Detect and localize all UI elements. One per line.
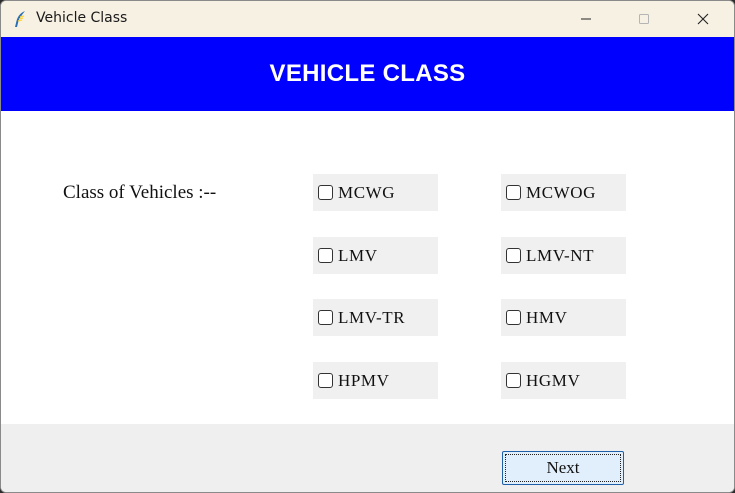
vehicle-class-label: Class of Vehicles :-- [63,182,217,203]
checkbox[interactable] [506,248,521,263]
checkbox-label: LMV-TR [338,307,406,327]
checkbox-option-hpmv[interactable]: HPMV [313,362,438,399]
minimize-button[interactable] [557,1,615,37]
footer-bar: Next [1,424,734,492]
checkbox[interactable] [318,373,333,388]
form-area: Class of Vehicles :-- MCWG MCWOG LMV LMV… [1,111,734,424]
checkbox[interactable] [506,310,521,325]
checkbox-option-lmv[interactable]: LMV [313,237,438,274]
page-title: VEHICLE CLASS [269,60,466,87]
checkbox-option-hmv[interactable]: HMV [501,299,626,336]
checkbox-option-lmv-tr[interactable]: LMV-TR [313,299,438,336]
checkbox[interactable] [318,248,333,263]
checkbox[interactable] [506,185,521,200]
maximize-icon [638,10,650,29]
next-button-label: Next [546,458,580,477]
title-bar[interactable]: Vehicle Class [1,1,734,37]
header-banner: VEHICLE CLASS [1,37,734,111]
checkbox-label: LMV [338,245,378,265]
checkbox-option-mcwog[interactable]: MCWOG [501,174,626,211]
checkbox-label: HGMV [526,370,581,390]
vehicle-class-window: Vehicle Class VEHICLE CLASS Class of Veh… [0,0,735,493]
checkbox-option-mcwg[interactable]: MCWG [313,174,438,211]
checkbox[interactable] [318,185,333,200]
minimize-icon [580,10,592,29]
close-button[interactable] [674,1,732,37]
checkbox[interactable] [318,310,333,325]
next-button[interactable]: Next [502,451,624,485]
checkbox-label: MCWG [338,182,396,202]
checkbox-label: MCWOG [526,182,597,202]
checkbox-option-lmv-nt[interactable]: LMV-NT [501,237,626,274]
python-feather-icon [12,10,30,28]
checkbox-label: LMV-NT [526,245,595,265]
checkbox-option-hgmv[interactable]: HGMV [501,362,626,399]
checkbox[interactable] [506,373,521,388]
close-icon [697,10,709,29]
checkbox-label: HMV [526,307,568,327]
maximize-button[interactable] [615,1,673,37]
window-title: Vehicle Class [36,10,128,26]
checkbox-label: HPMV [338,370,390,390]
